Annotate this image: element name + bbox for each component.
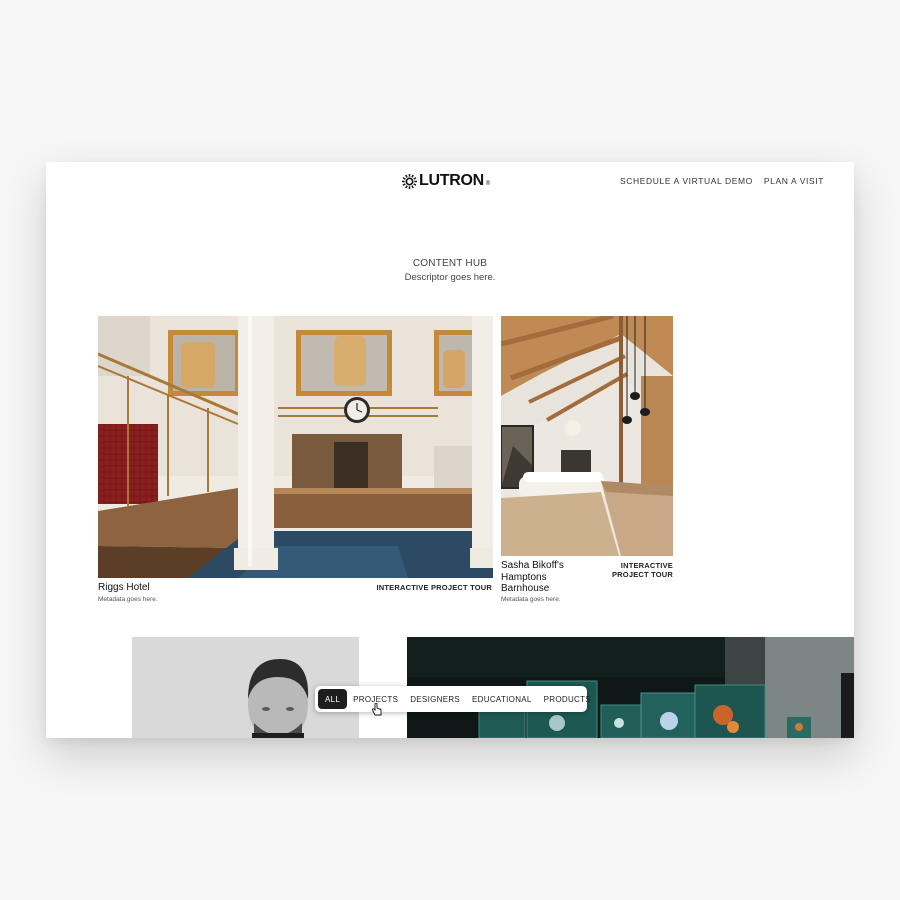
page-descriptor: Descriptor goes here.: [404, 272, 496, 283]
hamptons-barnhouse-title[interactable]: Sasha Bikoff's Hamptons Barnhouse: [501, 560, 581, 595]
hamptons-barnhouse-metadata: Metadata goes here.: [501, 596, 561, 603]
tour-tag-line-2: PROJECT TOUR: [611, 570, 673, 579]
riggs-hotel-tour-tag[interactable]: INTERACTIVE PROJECT TOUR: [376, 583, 492, 592]
hamptons-barnhouse-image[interactable]: [501, 316, 673, 556]
top-nav: SCHEDULE A VIRTUAL DEMO PLAN A VISIT: [620, 176, 824, 186]
lutron-sun-icon: [402, 173, 417, 189]
hand-pointer-icon: [372, 703, 382, 716]
registered-mark: ®: [485, 181, 491, 187]
hamptons-barnhouse-tour-tag[interactable]: INTERACTIVE PROJECT TOUR: [612, 561, 673, 579]
tour-tag-line-1: INTERACTIVE: [620, 561, 673, 570]
brand-name: LUTRON: [419, 172, 484, 189]
riggs-hotel-title[interactable]: Riggs Hotel: [98, 582, 150, 594]
page-title: CONTENT HUB: [412, 258, 488, 269]
filter-educational-button[interactable]: EDUCATIONAL: [466, 689, 538, 709]
browser-frame: LUTRON ® SCHEDULE A VIRTUAL DEMO PLAN A …: [46, 162, 854, 738]
lutron-logo[interactable]: LUTRON ®: [402, 172, 490, 190]
category-filter-bar: ALL PROJECTS DESIGNERS EDUCATIONAL PRODU…: [315, 686, 591, 712]
schedule-virtual-demo-link[interactable]: SCHEDULE A VIRTUAL DEMO: [620, 176, 753, 186]
filter-all-button[interactable]: ALL: [318, 689, 348, 709]
riggs-hotel-image[interactable]: [98, 316, 493, 578]
filter-designers-button[interactable]: DESIGNERS: [404, 689, 466, 709]
filter-products-button[interactable]: PRODUCTS: [538, 689, 597, 709]
plan-a-visit-link[interactable]: PLAN A VISIT: [764, 176, 824, 186]
riggs-hotel-metadata: Metadata goes here.: [98, 596, 158, 603]
